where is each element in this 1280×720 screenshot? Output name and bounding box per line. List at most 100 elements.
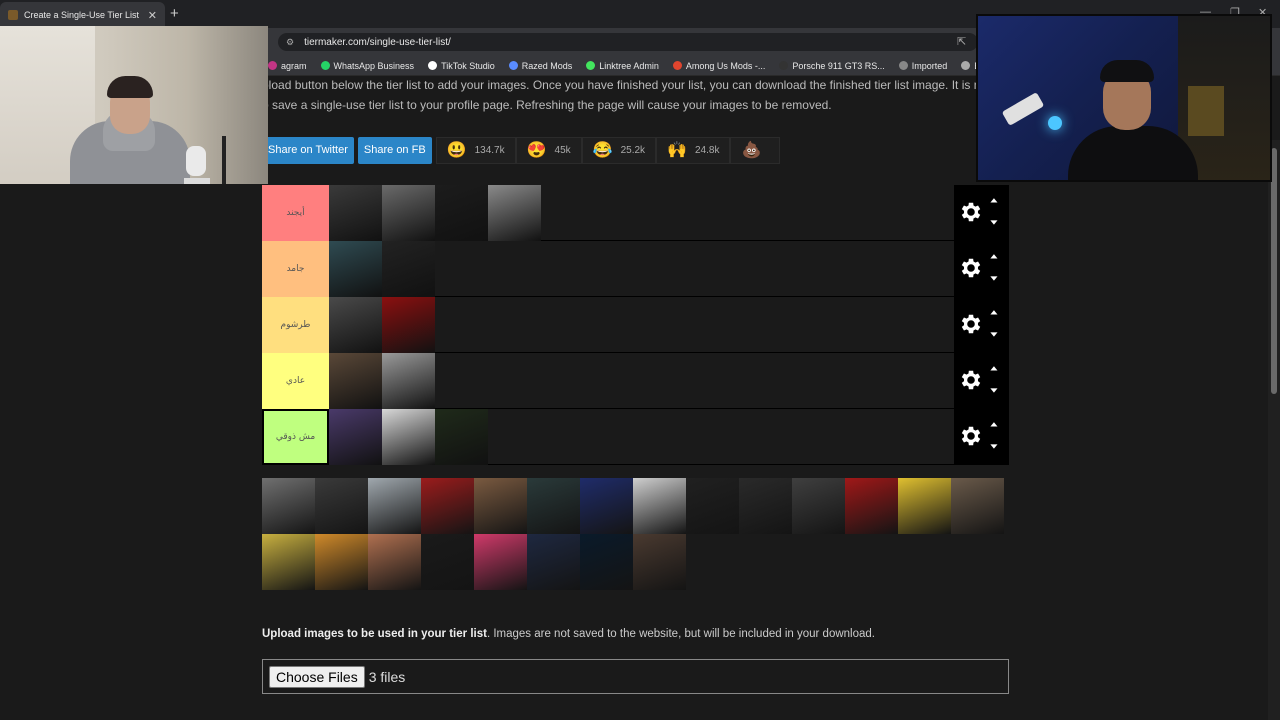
bookmark-favicon-icon <box>961 61 971 70</box>
pool-image[interactable] <box>474 478 527 534</box>
upload-bold-text: Upload images to be used in your tier li… <box>262 628 487 640</box>
chevron-down-icon[interactable]: ▼ <box>988 274 1000 282</box>
reaction-button[interactable]: 😃 134.7k <box>435 136 516 164</box>
reaction-count: 25.2k <box>620 144 646 156</box>
pool-image[interactable] <box>368 478 421 534</box>
tier-image[interactable] <box>382 185 435 241</box>
bookmark-item[interactable]: agram <box>268 61 307 71</box>
share-twitter-button[interactable]: Share on Twitter <box>262 136 354 164</box>
cap-shape <box>1100 60 1154 82</box>
tier-image[interactable] <box>382 297 435 353</box>
tier-items <box>329 297 435 353</box>
tripod-shape <box>222 136 226 184</box>
tier-label[interactable]: طرشوم <box>262 297 329 353</box>
pool-image[interactable] <box>421 478 474 534</box>
tier-label[interactable]: جامد <box>262 241 329 297</box>
site-info-icon[interactable]: ⚙ <box>286 37 294 48</box>
bookmark-favicon-icon <box>428 61 438 70</box>
reaction-emoji-icon: 🙌 <box>667 142 687 159</box>
pool-image[interactable] <box>633 534 686 590</box>
tier-image[interactable] <box>382 409 435 465</box>
pool-image[interactable] <box>686 478 739 534</box>
pool-image[interactable] <box>315 534 368 590</box>
pool-image[interactable] <box>845 478 898 534</box>
pool-image[interactable] <box>633 478 686 534</box>
bookmark-item[interactable]: Linktree Admin <box>586 61 659 71</box>
intro-text-line2: o save a single-use tier list to your pr… <box>262 98 832 112</box>
file-count: 3 files <box>368 668 406 685</box>
pool-image[interactable] <box>421 534 474 590</box>
pool-image[interactable] <box>898 478 951 534</box>
pool-image[interactable] <box>474 534 527 590</box>
tier-image[interactable] <box>329 241 382 297</box>
bookmark-favicon-icon <box>898 61 908 70</box>
bookmark-item[interactable]: Imported <box>898 61 947 71</box>
browser-tab[interactable]: Create a Single-Use Tier List (Pr... ✕ <box>0 2 165 28</box>
reaction-button[interactable]: 😍 45k <box>515 136 582 164</box>
reaction-button[interactable]: 🙌 24.8k <box>656 136 731 164</box>
tier-image[interactable] <box>329 409 382 465</box>
tier-label[interactable]: عادي <box>262 353 329 409</box>
tier-image[interactable] <box>488 185 541 241</box>
tier-items <box>329 409 488 465</box>
image-pool <box>262 478 1009 590</box>
choose-files-button[interactable]: Choose Files <box>269 665 365 688</box>
reaction-emoji-icon: 😍 <box>526 142 547 159</box>
reaction-emoji-icon: 😂 <box>592 142 613 159</box>
chevron-up-icon[interactable]: ▲ <box>988 364 1000 372</box>
pool-image[interactable] <box>792 478 845 534</box>
reaction-count: 134.7k <box>474 144 505 156</box>
tier-row: عادي ▲ ▼ <box>262 353 1009 409</box>
reaction-button[interactable]: 😂 25.2k <box>581 136 657 164</box>
pool-image[interactable] <box>580 534 633 590</box>
pool-image[interactable] <box>262 534 315 590</box>
tier-image[interactable] <box>435 185 488 241</box>
bookmark-favicon-icon <box>508 61 518 70</box>
install-icon[interactable]: ⇱ <box>957 35 966 48</box>
bookmark-item[interactable]: TikTok Studio <box>428 61 495 71</box>
url-bar[interactable]: ⚙ tiermaker.com/single-use-tier-list/ <box>278 33 978 51</box>
tier-label[interactable]: أيجند <box>262 185 329 241</box>
pool-image[interactable] <box>368 534 421 590</box>
scrollbar-thumb[interactable] <box>1271 148 1277 394</box>
tier-image[interactable] <box>435 409 488 465</box>
tier-image[interactable] <box>329 353 382 409</box>
pool-image[interactable] <box>315 478 368 534</box>
share-fb-button[interactable]: Share on FB <box>357 136 432 164</box>
pool-image[interactable] <box>527 534 580 590</box>
tier-image[interactable] <box>382 241 435 297</box>
tier-row: طرشوم ▲ ▼ <box>262 297 1009 353</box>
tier-image[interactable] <box>382 353 435 409</box>
bookmark-item[interactable]: Porsche 911 GT3 RS... <box>779 61 885 71</box>
chevron-down-icon[interactable]: ▼ <box>988 330 1000 338</box>
gear-icon[interactable] <box>958 311 984 337</box>
chevron-up-icon[interactable]: ▲ <box>988 196 1000 204</box>
chevron-down-icon[interactable]: ▼ <box>988 218 1000 226</box>
url-text: tiermaker.com/single-use-tier-list/ <box>304 36 451 48</box>
new-tab-button[interactable]: + <box>170 5 179 22</box>
mic-arm-shape <box>1001 92 1045 126</box>
pool-image[interactable] <box>527 478 580 534</box>
bookmark-item[interactable]: Razed Mods <box>508 61 572 71</box>
chevron-up-icon[interactable]: ▲ <box>988 420 1000 428</box>
chevron-down-icon[interactable]: ▼ <box>988 386 1000 394</box>
chevron-up-icon[interactable]: ▲ <box>988 252 1000 260</box>
close-tab-icon[interactable]: ✕ <box>148 9 157 22</box>
tier-image[interactable] <box>329 297 382 353</box>
gear-icon[interactable] <box>958 199 984 225</box>
bookmark-item[interactable]: Among Us Mods -... <box>672 61 765 71</box>
reaction-button[interactable]: 💩 <box>730 136 781 164</box>
tier-image[interactable] <box>329 185 382 241</box>
gear-icon[interactable] <box>958 423 984 449</box>
chevron-down-icon[interactable]: ▼ <box>988 442 1000 450</box>
chevron-up-icon[interactable]: ▲ <box>988 308 1000 316</box>
pool-image[interactable] <box>739 478 792 534</box>
pool-image[interactable] <box>951 478 1004 534</box>
file-input[interactable]: Choose Files 3 files <box>262 659 1009 694</box>
gear-icon[interactable] <box>958 367 984 393</box>
pool-image[interactable] <box>262 478 315 534</box>
bookmark-item[interactable]: WhatsApp Business <box>320 61 414 71</box>
pool-image[interactable] <box>580 478 633 534</box>
gear-icon[interactable] <box>958 255 984 281</box>
tier-label[interactable]: مش ذوقي <box>262 409 329 465</box>
